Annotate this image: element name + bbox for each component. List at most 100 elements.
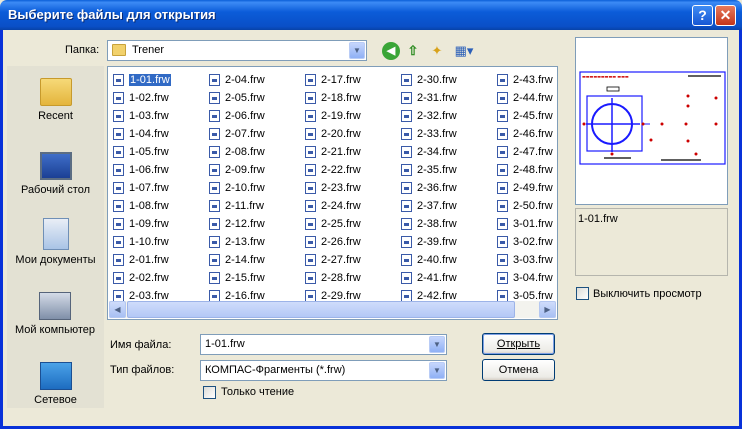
title-bar[interactable]: Выберите файлы для открытия ? ✕ [0,0,742,30]
file-item[interactable]: 1-08.frw [111,197,171,215]
file-name: 2-11.frw [225,200,264,212]
frw-file-icon [113,254,124,266]
place-desktop[interactable]: Рабочий стол [7,152,104,196]
file-item[interactable]: 2-13.frw [207,233,265,251]
file-item[interactable]: 2-04.frw [207,71,265,89]
back-icon[interactable]: ◀ [382,42,400,60]
chevron-down-icon[interactable]: ▼ [429,336,445,353]
file-item[interactable]: 2-02.frw [111,269,171,287]
file-item[interactable]: 1-06.frw [111,161,171,179]
filename-input[interactable]: 1-01.frw ▼ [200,334,447,355]
file-item[interactable]: 2-22.frw [303,161,361,179]
file-item[interactable]: 2-48.frw [495,161,553,179]
view-menu-icon[interactable]: ▦▾ [452,42,476,60]
file-item[interactable]: 1-02.frw [111,89,171,107]
disable-preview-checkbox[interactable] [576,287,589,300]
file-item[interactable]: 2-43.frw [495,71,553,89]
file-item[interactable]: 2-19.frw [303,107,361,125]
file-name: 3-03.frw [513,254,553,266]
file-item[interactable]: 2-09.frw [207,161,265,179]
chevron-down-icon[interactable]: ▼ [429,362,445,379]
file-item[interactable]: 2-21.frw [303,143,361,161]
frw-file-icon [113,236,124,248]
file-item[interactable]: 3-02.frw [495,233,553,251]
file-item[interactable]: 2-44.frw [495,89,553,107]
file-item[interactable]: 3-03.frw [495,251,553,269]
file-item[interactable]: 2-37.frw [399,197,457,215]
file-item[interactable]: 2-05.frw [207,89,265,107]
close-button[interactable]: ✕ [715,5,736,26]
place-recent[interactable]: Recent [7,78,104,122]
file-item[interactable]: 2-36.frw [399,179,457,197]
file-list[interactable]: 1-01.frw 1-02.frw 1-03.frw 1-04.frw 1-05.frw… [107,66,558,320]
file-item[interactable]: 2-07.frw [207,125,265,143]
file-item[interactable]: 1-03.frw [111,107,171,125]
file-item[interactable]: 1-05.frw [111,143,171,161]
file-item[interactable]: 3-01.frw [495,215,553,233]
readonly-checkbox[interactable] [203,386,216,399]
file-item[interactable]: 2-26.frw [303,233,361,251]
file-item[interactable]: 2-18.frw [303,89,361,107]
file-item[interactable]: 3-04.frw [495,269,553,287]
new-folder-icon[interactable]: ✦ [428,42,446,60]
preview-info-box: 1-01.frw [575,208,728,276]
file-item[interactable]: 2-45.frw [495,107,553,125]
file-item[interactable]: 2-41.frw [399,269,457,287]
file-item[interactable]: 2-12.frw [207,215,265,233]
file-item[interactable]: 2-14.frw [207,251,265,269]
place-network[interactable]: Сетевое [7,362,104,406]
horizontal-scrollbar[interactable]: ◀ ▶ [109,301,556,318]
file-item[interactable]: 2-06.frw [207,107,265,125]
frw-file-icon [401,92,412,104]
file-item[interactable]: 2-50.frw [495,197,553,215]
file-item[interactable]: 2-35.frw [399,161,457,179]
file-item[interactable]: 2-47.frw [495,143,553,161]
cancel-button-label: Отмена [498,364,539,376]
frw-file-icon [497,200,508,212]
file-item[interactable]: 2-33.frw [399,125,457,143]
filetype-select[interactable]: КОМПАС-Фрагменты (*.frw) ▼ [200,360,447,381]
file-item[interactable]: 2-15.frw [207,269,265,287]
up-folder-icon[interactable]: ⇧ [404,42,422,60]
cancel-button[interactable]: Отмена [482,359,555,381]
file-item[interactable]: 2-28.frw [303,269,361,287]
file-item[interactable]: 1-07.frw [111,179,171,197]
file-item[interactable]: 2-30.frw [399,71,457,89]
scroll-right-icon[interactable]: ▶ [539,301,556,318]
file-item[interactable]: 2-24.frw [303,197,361,215]
file-item[interactable]: 2-39.frw [399,233,457,251]
file-item[interactable]: 2-49.frw [495,179,553,197]
place-computer[interactable]: Мой компьютер [13,292,97,336]
file-item[interactable]: 1-01.frw [111,71,171,89]
file-item[interactable]: 2-23.frw [303,179,361,197]
file-name: 2-45.frw [513,110,553,122]
file-item[interactable]: 2-17.frw [303,71,361,89]
frw-file-icon [209,146,220,158]
file-item[interactable]: 2-46.frw [495,125,553,143]
file-item[interactable]: 1-04.frw [111,125,171,143]
folder-combo[interactable]: Trener ▼ [107,40,367,61]
file-item[interactable]: 2-27.frw [303,251,361,269]
place-label: Мои документы [15,254,96,266]
file-item[interactable]: 2-32.frw [399,107,457,125]
file-item[interactable]: 2-38.frw [399,215,457,233]
help-button[interactable]: ? [692,5,713,26]
file-item[interactable]: 2-11.frw [207,197,265,215]
file-item[interactable]: 2-25.frw [303,215,361,233]
open-button[interactable]: Открыть [482,333,555,355]
file-item[interactable]: 2-01.frw [111,251,171,269]
file-item[interactable]: 2-08.frw [207,143,265,161]
file-name: 2-41.frw [417,272,457,284]
place-documents[interactable]: Мои документы [7,218,104,266]
file-item[interactable]: 1-09.frw [111,215,171,233]
scroll-left-icon[interactable]: ◀ [109,301,126,318]
file-item[interactable]: 2-34.frw [399,143,457,161]
file-item[interactable]: 2-20.frw [303,125,361,143]
file-item[interactable]: 2-31.frw [399,89,457,107]
scroll-thumb[interactable] [127,301,515,318]
file-item[interactable]: 2-10.frw [207,179,265,197]
file-name: 1-03.frw [129,110,169,122]
file-item[interactable]: 1-10.frw [111,233,171,251]
file-item[interactable]: 2-40.frw [399,251,457,269]
chevron-down-icon[interactable]: ▼ [349,42,365,59]
